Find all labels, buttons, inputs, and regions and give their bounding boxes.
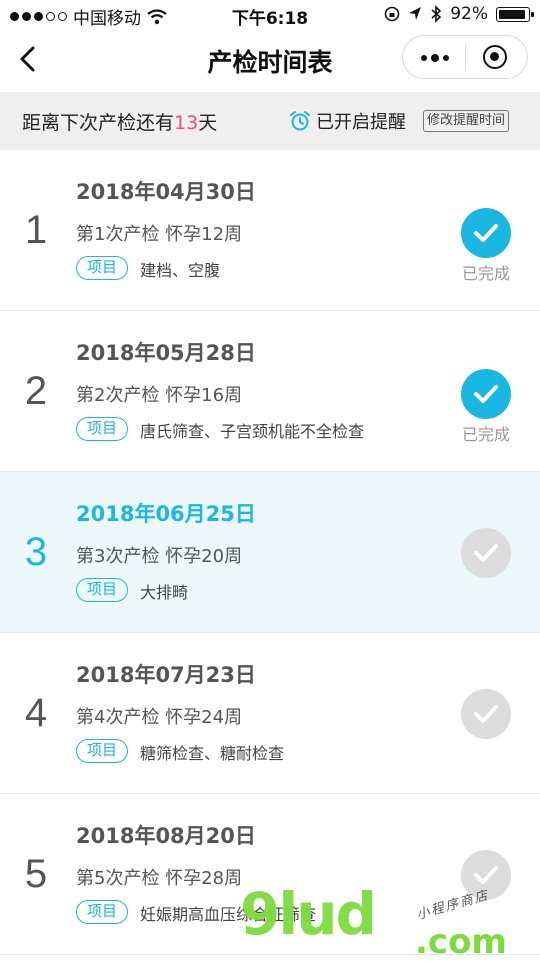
battery-percent: 92% xyxy=(450,4,488,24)
checkup-title: 第5次产检 怀孕28周 xyxy=(76,868,243,889)
checkup-title: 第3次产检 怀孕20周 xyxy=(76,546,243,567)
checkup-content: 大排畸 xyxy=(140,583,189,602)
checkup-index: 3 xyxy=(24,530,48,574)
project-tag: 项目 xyxy=(76,578,128,602)
orientation-lock-icon xyxy=(384,6,400,22)
checkup-index: 5 xyxy=(24,852,48,896)
status-bar: 中国移动 下午6:18 92% xyxy=(0,0,540,30)
checkmark-icon[interactable] xyxy=(461,689,511,739)
status-right: 92% xyxy=(384,4,534,24)
checkmark-icon[interactable] xyxy=(461,208,511,258)
checkup-item[interactable]: 3 2018年06月25日 第3次产检 怀孕20周 项目 大排畸 xyxy=(0,472,540,633)
checkup-date: 2018年07月23日 xyxy=(76,663,256,687)
checkmark-icon[interactable] xyxy=(461,850,511,900)
countdown-banner: 距离下次产检还有13天 已开启提醒 修改提醒时间 xyxy=(0,92,540,150)
checkmark-icon[interactable] xyxy=(461,369,511,419)
navigation-bar: 产检时间表 xyxy=(0,30,540,90)
more-menu-icon[interactable] xyxy=(421,54,449,62)
checkup-index: 2 xyxy=(24,369,48,413)
countdown-text: 距离下次产检还有13天 xyxy=(22,108,217,135)
checkup-title: 第1次产检 怀孕12周 xyxy=(76,224,243,245)
battery-icon xyxy=(496,6,534,22)
location-icon xyxy=(409,7,422,20)
checkup-date: 2018年05月28日 xyxy=(76,341,256,365)
checkup-content: 唐氏筛查、子宫颈机能不全检查 xyxy=(140,422,365,441)
checkup-content: 建档、空腹 xyxy=(140,261,221,280)
project-tag: 项目 xyxy=(76,900,128,924)
alarm-clock-icon xyxy=(290,111,310,131)
project-tag: 项目 xyxy=(76,739,128,763)
completed-label: 已完成 xyxy=(461,425,510,444)
checkup-content: 糖筛检查、糖耐检查 xyxy=(140,744,285,763)
checkup-title: 第4次产检 怀孕24周 xyxy=(76,707,243,728)
checkup-index: 1 xyxy=(24,208,48,252)
project-tag: 项目 xyxy=(76,417,128,441)
checkup-content: 妊娠期高血压综合征筛查 xyxy=(140,905,317,924)
checkup-item[interactable]: 4 2018年07月23日 第4次产检 怀孕24周 项目 糖筛检查、糖耐检查 xyxy=(0,633,540,794)
modify-reminder-button[interactable]: 修改提醒时间 xyxy=(423,110,510,132)
close-miniprogram-icon[interactable] xyxy=(483,45,507,69)
countdown-days: 13 xyxy=(174,112,199,134)
capsule-divider xyxy=(465,45,466,71)
reminder-status: 已开启提醒 xyxy=(316,112,406,133)
countdown-prefix: 距离下次产检还有 xyxy=(22,112,175,134)
checkup-item[interactable]: 1 2018年04月30日 第1次产检 怀孕12周 项目 建档、空腹 已完成 xyxy=(0,150,540,311)
checkmark-icon[interactable] xyxy=(461,528,511,578)
checkup-index: 4 xyxy=(24,691,48,735)
countdown-suffix: 天 xyxy=(198,112,218,134)
checkup-list: 1 2018年04月30日 第1次产检 怀孕12周 项目 建档、空腹 已完成 2 2018年0… xyxy=(0,150,540,955)
bluetooth-icon xyxy=(431,5,442,23)
checkup-date: 2018年04月30日 xyxy=(76,180,256,204)
completed-label: 已完成 xyxy=(461,264,510,283)
checkup-item[interactable]: 5 2018年08月20日 第5次产检 怀孕28周 项目 妊娠期高血压综合征筛查 xyxy=(0,794,540,955)
checkup-date: 2018年08月20日 xyxy=(76,824,256,848)
project-tag: 项目 xyxy=(76,256,128,280)
checkup-title: 第2次产检 怀孕16周 xyxy=(76,385,243,406)
checkup-date: 2018年06月25日 xyxy=(76,502,256,526)
checkup-item[interactable]: 2 2018年05月28日 第2次产检 怀孕16周 项目 唐氏筛查、子宫颈机能不全检查 已… xyxy=(0,311,540,472)
miniprogram-capsule xyxy=(402,35,528,79)
